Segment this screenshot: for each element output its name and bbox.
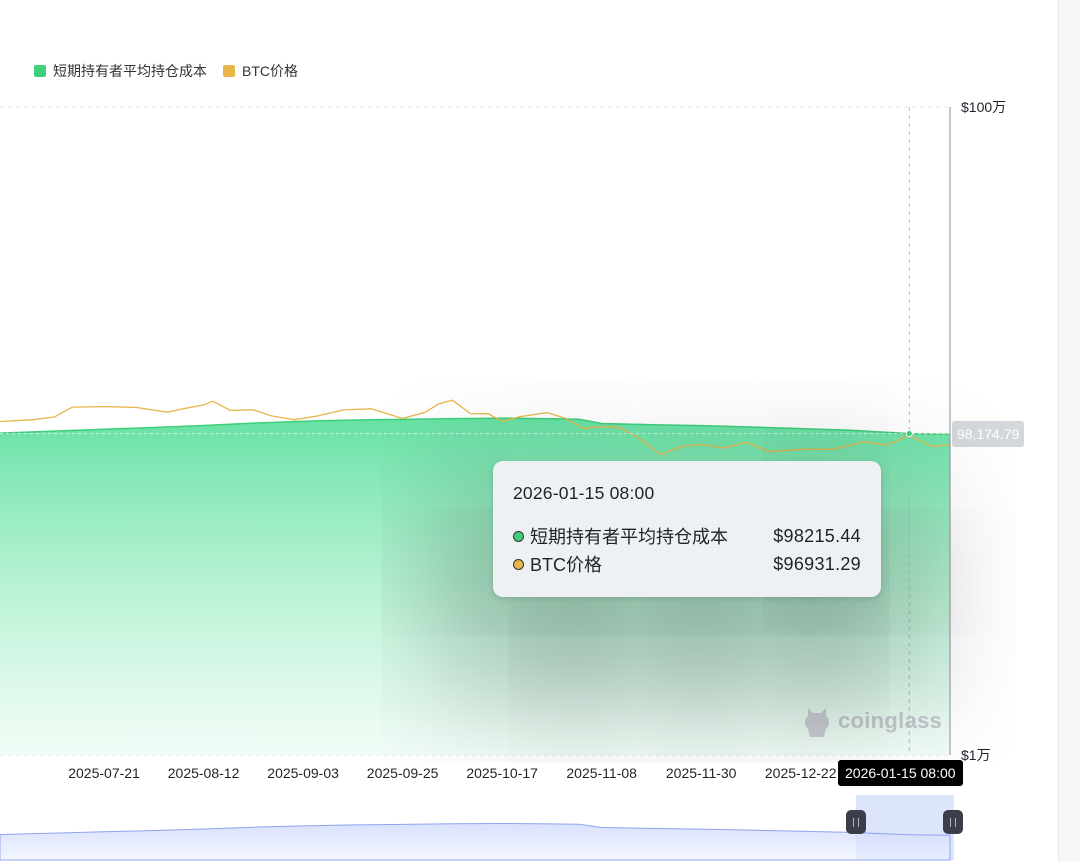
y-tick-label-bottom: $1万 bbox=[961, 747, 991, 763]
x-tick-label: 2025-07-21 bbox=[68, 765, 140, 781]
grip-icon bbox=[853, 817, 859, 827]
chart-tooltip: 2026-01-15 08:00 短期持有者平均持仓成本 $98215.44 B… bbox=[493, 461, 881, 597]
tooltip-title: 2026-01-15 08:00 bbox=[513, 483, 655, 503]
y-tick-label-top: $100万 bbox=[961, 99, 1007, 115]
x-tick-label: 2025-12-22 bbox=[765, 765, 837, 781]
tooltip-name-sth-cost: 短期持有者平均持仓成本 bbox=[530, 527, 728, 547]
x-tick-label: 2025-09-03 bbox=[267, 765, 339, 781]
tooltip-dot-btc-price bbox=[513, 558, 524, 570]
tooltip-row-sth-cost: 短期持有者平均持仓成本 $98215.44 bbox=[513, 522, 861, 550]
tooltip-value-sth-cost: $98215.44 bbox=[773, 525, 861, 546]
navigator-left-handle[interactable] bbox=[846, 810, 866, 834]
current-price-label: 98,174.79 bbox=[952, 421, 1025, 447]
navigator-right-handle[interactable] bbox=[943, 810, 963, 834]
x-tick-label: 2025-10-17 bbox=[466, 765, 538, 781]
crosshair-point bbox=[905, 430, 913, 438]
x-tick-label: 2025-11-08 bbox=[566, 765, 637, 781]
x-tick-label: 2025-09-25 bbox=[367, 765, 439, 781]
tooltip-name-btc-price: BTC价格 bbox=[530, 555, 602, 575]
tooltip-dot-sth-cost bbox=[513, 530, 524, 542]
tooltip-row-btc-price: BTC价格 $96931.29 bbox=[513, 550, 861, 578]
crosshair-date-label: 2026-01-15 08:00 bbox=[838, 760, 963, 786]
watermark-text: coinglass bbox=[838, 708, 943, 733]
x-tick-label: 2025-11-30 bbox=[666, 765, 737, 781]
coinglass-logo-icon bbox=[805, 708, 829, 737]
coinglass-watermark: coinglass bbox=[802, 704, 942, 738]
tooltip-value-btc-price: $96931.29 bbox=[773, 553, 861, 574]
grip-icon bbox=[950, 817, 956, 827]
right-scrollbar-rail[interactable] bbox=[1058, 0, 1080, 862]
x-tick-label: 2025-08-12 bbox=[168, 765, 240, 781]
navigator-series-area bbox=[0, 822, 951, 861]
